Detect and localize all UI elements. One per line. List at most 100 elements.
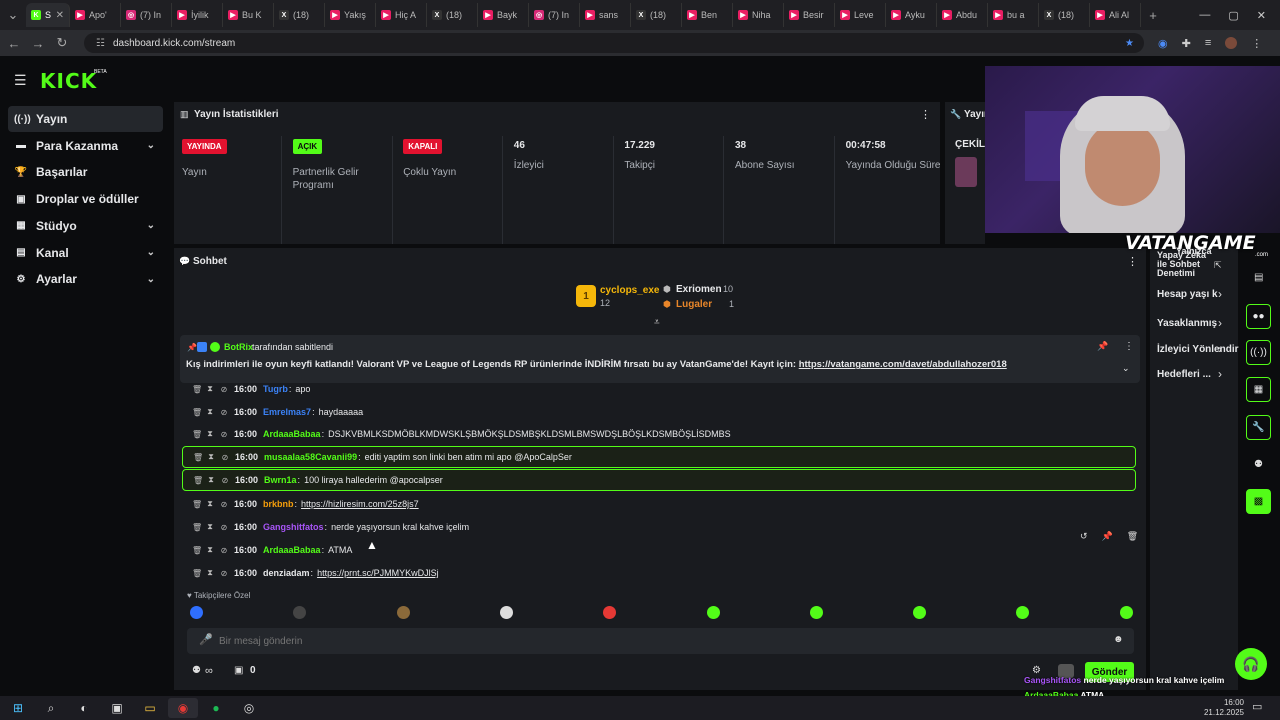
wrench-tool-button[interactable]: 🔧 [1246, 415, 1271, 440]
chevron-down-icon[interactable]: ⌄ [147, 274, 155, 285]
tab-item[interactable]: X (18) [631, 3, 682, 27]
tab-item[interactable]: ▶ Apo' [70, 3, 121, 27]
third-gifter-name[interactable]: Lugaler [676, 299, 712, 310]
minimize-icon[interactable]: — [1199, 9, 1210, 22]
chrome-icon[interactable]: ◉ [168, 698, 198, 718]
rail-item[interactable]: İzleyici Yönlendir [1157, 344, 1239, 355]
emote-icon[interactable] [913, 606, 927, 619]
emoji-icon[interactable]: ☻ [1113, 634, 1124, 645]
media-icon[interactable]: ≡ [1205, 37, 1211, 50]
browser-menu-icon[interactable]: ⋮ [1251, 37, 1262, 50]
top-gifter-name[interactable]: cyclops_exe [600, 285, 660, 296]
ban-icon[interactable]: ⊘ [220, 408, 228, 417]
new-tab-icon[interactable]: + [1141, 8, 1165, 23]
chat-input-box[interactable]: 🎤 ☻ [187, 628, 1134, 654]
timeout-icon[interactable]: ⧗ [206, 499, 214, 509]
sidebar-item[interactable]: ▣ Droplar ve ödüller [8, 186, 163, 212]
message-user[interactable]: musaalaa58Cavanii99 [264, 452, 357, 462]
forward-icon[interactable]: → [26, 36, 50, 51]
emote-icon[interactable] [499, 606, 513, 619]
pin-message-icon[interactable]: 📌 [1102, 531, 1113, 542]
sidebar-item[interactable]: 🏆 Başarılar [8, 159, 163, 185]
timeout-icon[interactable]: ⧗ [206, 407, 214, 417]
message-user[interactable]: ArdaaaBabaa [263, 545, 321, 555]
ban-icon[interactable]: ⊘ [220, 569, 228, 578]
chat-menu-icon[interactable]: ⋮ [1127, 255, 1138, 268]
tab-item[interactable]: ◎ (7) In [121, 3, 172, 27]
timeout-icon[interactable]: ⧗ [206, 429, 214, 439]
store-icon[interactable]: ▣ [102, 698, 132, 718]
message-user[interactable]: Bwrn1a [264, 475, 297, 485]
profile-avatar[interactable] [1225, 36, 1238, 49]
tab-item[interactable]: ▶ bu a [988, 3, 1039, 27]
chevron-right-icon[interactable]: › [1218, 342, 1222, 356]
reply-icon[interactable]: ↺ [1080, 531, 1088, 542]
ban-icon[interactable]: ⊘ [220, 430, 228, 439]
collapse-leaderboard-icon[interactable]: ⩡ [654, 317, 660, 328]
timeout-icon[interactable]: ⧗ [206, 522, 214, 532]
tab-item[interactable]: ▶ Ben [682, 3, 733, 27]
emote-icon[interactable] [190, 606, 203, 619]
message-link[interactable]: https://prnt.sc/PJMMYKwDJlSj [317, 568, 439, 578]
sidebar-item[interactable]: ⚙ Ayarlar ⌄ [8, 266, 163, 292]
close-window-icon[interactable]: ✕ [1257, 9, 1266, 22]
tab-item[interactable]: ▶ sans [580, 3, 631, 27]
stats-menu-icon[interactable]: ⋮ [920, 108, 931, 121]
tab-item[interactable]: ▶ İyilik [172, 3, 223, 27]
url-bar[interactable]: ☷ dashboard.kick.com/stream ★ [84, 33, 1144, 53]
sidebar-item[interactable]: ▤ Kanal ⌄ [8, 240, 163, 266]
support-chat-button[interactable]: 🎧 [1235, 648, 1267, 680]
ban-icon[interactable]: ⊘ [220, 523, 228, 532]
ban-icon[interactable]: ⊘ [221, 453, 229, 462]
delete-icon[interactable]: 🗑 [193, 453, 203, 462]
tab-item[interactable]: ▶ Bayk [478, 3, 529, 27]
tab-item[interactable]: ◎ (7) In [529, 3, 580, 27]
hamburger-menu-icon[interactable]: ☰ [14, 72, 27, 89]
tab-item[interactable]: X (18) [1039, 3, 1090, 27]
sidebar-item[interactable]: ▦ Stüdyo ⌄ [8, 213, 163, 239]
ban-icon[interactable]: ⊘ [220, 546, 228, 555]
tab-item[interactable]: ▶ Ali Al [1090, 3, 1141, 27]
broadcast-tool-button[interactable]: ((·)) [1246, 340, 1271, 365]
chevron-right-icon[interactable]: › [1218, 287, 1222, 301]
unpin-icon[interactable]: 📌 [1097, 341, 1108, 352]
site-info-icon[interactable]: ☷ [96, 38, 105, 49]
tab-item[interactable]: ▶ Niha [733, 3, 784, 27]
delete-icon[interactable]: 🗑 [192, 385, 202, 394]
tab-item[interactable]: X (18) [427, 3, 478, 27]
tab-item[interactable]: ▶ Abdu [937, 3, 988, 27]
back-icon[interactable]: ← [2, 36, 26, 51]
giveaway-thumbnail[interactable] [955, 157, 977, 187]
bookmark-star-icon[interactable]: ★ [1125, 38, 1134, 49]
message-user[interactable]: Gangshitfatos [263, 522, 324, 532]
message-user[interactable]: Emrelmas7 [263, 407, 311, 417]
kick-logo[interactable]: KICK [40, 69, 97, 93]
tab-item[interactable]: ▶ Bu K [223, 3, 274, 27]
tab-item[interactable]: ▶ Ayku [886, 3, 937, 27]
obs-icon[interactable]: ◎ [234, 698, 264, 718]
microphone-icon[interactable]: 🎤 [199, 633, 213, 646]
emote-icon[interactable] [706, 606, 720, 619]
delete-icon[interactable]: 🗑 [192, 430, 202, 439]
taskbar-search-icon[interactable]: ⌕ [36, 698, 66, 718]
notes-icon[interactable]: ▤ [1254, 272, 1263, 283]
chat-message-input[interactable] [219, 632, 1079, 650]
chevron-down-icon[interactable]: ⌄ [147, 140, 155, 151]
tab-search-icon[interactable]: ⌄ [0, 7, 26, 23]
tab-item[interactable]: ▶ Besir [784, 3, 835, 27]
ban-icon[interactable]: ⊘ [220, 385, 228, 394]
delete-icon[interactable]: 🗑 [193, 476, 203, 485]
delete-icon[interactable]: 🗑 [192, 546, 202, 555]
spotify-icon[interactable]: ● [201, 698, 231, 718]
extensions-puzzle-icon[interactable]: ✚ [1182, 37, 1191, 50]
clip-tool-button[interactable]: ▩ [1246, 489, 1271, 514]
rail-item[interactable]: Hesap yaşı k [1157, 289, 1218, 300]
chat-tool-button[interactable]: ●● [1246, 304, 1271, 329]
emote-icon[interactable] [396, 606, 410, 619]
chevron-right-icon[interactable]: › [1218, 316, 1222, 330]
timeout-icon[interactable]: ⧗ [207, 475, 215, 485]
emote-icon[interactable] [809, 606, 823, 619]
sidebar-item[interactable]: ▬ Para Kazanma ⌄ [8, 133, 163, 159]
ban-icon[interactable]: ⊘ [221, 476, 229, 485]
pinned-link[interactable]: https://vatangame.com/davet/abdullahozer… [799, 359, 1007, 370]
